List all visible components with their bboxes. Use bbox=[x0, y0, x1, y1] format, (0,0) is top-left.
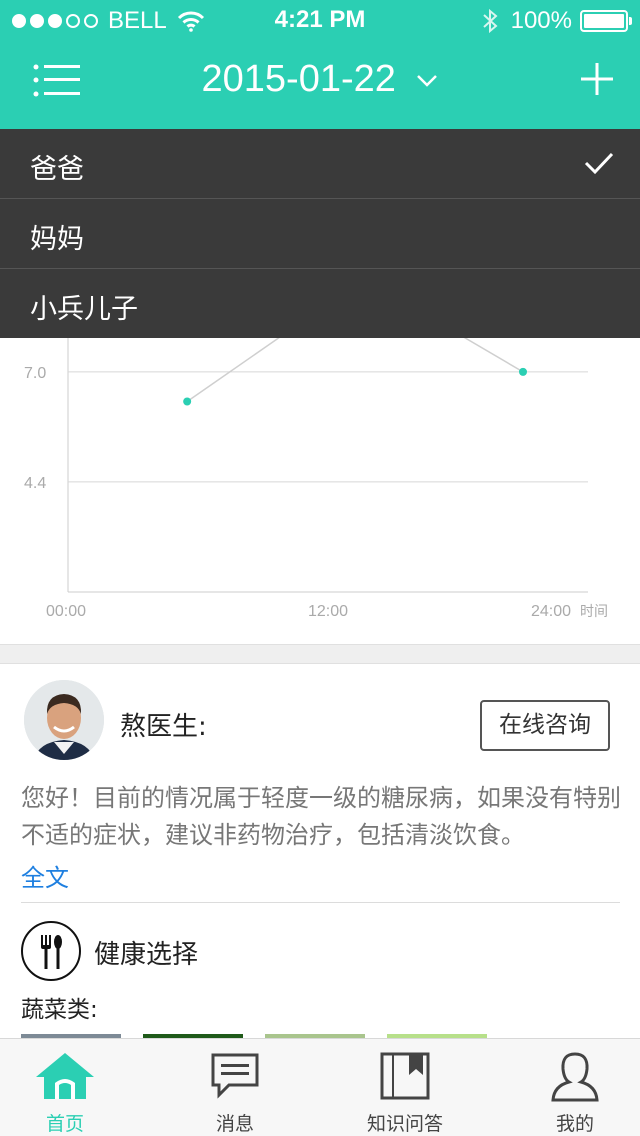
date-selector[interactable]: 2015-01-22 bbox=[0, 58, 640, 101]
x-tick-label: 24:00 bbox=[531, 603, 571, 620]
date-title: 2015-01-22 bbox=[201, 58, 396, 100]
dropdown-item-label: 爸爸 bbox=[30, 154, 84, 185]
doctor-name: 熬医生: bbox=[120, 712, 207, 742]
dropdown-item-father[interactable]: 爸爸 bbox=[0, 129, 640, 199]
tab-label: 消息 bbox=[215, 1113, 254, 1135]
blood-sugar-chart: 7.0 4.4 00:00 12:00 24:00 时间 bbox=[0, 338, 640, 638]
x-tick-label: 00:00 bbox=[46, 603, 86, 620]
tab-mine[interactable]: 我的 bbox=[510, 1039, 640, 1136]
tab-label: 首页 bbox=[45, 1113, 84, 1135]
divider bbox=[21, 902, 620, 903]
tab-label: 知识问答 bbox=[366, 1113, 443, 1135]
tab-label: 我的 bbox=[555, 1113, 594, 1135]
dropdown-item-mother[interactable]: 妈妈 bbox=[0, 199, 640, 269]
tab-bar: 首页 消息 知识问答 我的 bbox=[0, 1038, 640, 1136]
dropdown-item-label: 妈妈 bbox=[30, 224, 84, 255]
x-tick-label: 12:00 bbox=[308, 603, 348, 620]
doctor-advice-text: 您好！目前的情况属于轻度一级的糖尿病，如果没有特别不适的症状，建议非药物治疗，包… bbox=[21, 784, 621, 849]
checkmark-icon bbox=[584, 152, 614, 175]
y-tick-label: 7.0 bbox=[24, 365, 46, 382]
full-text-link[interactable]: 全文 bbox=[21, 858, 69, 893]
x-unit-label: 时间 bbox=[580, 604, 608, 620]
series-line bbox=[186, 338, 524, 403]
tab-home[interactable]: 首页 bbox=[0, 1039, 130, 1136]
data-point bbox=[519, 367, 527, 376]
status-right: 100% bbox=[481, 7, 632, 35]
top-bar: BELL 4:21 PM 100% 2015-01-22 bbox=[0, 0, 640, 129]
health-choice-title: 健康选择 bbox=[94, 940, 199, 970]
data-point bbox=[183, 397, 192, 406]
online-consult-button[interactable]: 在线咨询 bbox=[480, 700, 610, 751]
user-icon bbox=[551, 1052, 599, 1102]
battery-percent: 100% bbox=[510, 7, 572, 34]
book-icon bbox=[380, 1052, 430, 1100]
message-icon bbox=[211, 1053, 259, 1099]
doctor-avatar bbox=[24, 680, 104, 760]
dropdown-item-label: 小兵儿子 bbox=[30, 294, 138, 325]
fork-spoon-icon bbox=[21, 921, 81, 981]
y-tick-label: 4.4 bbox=[24, 475, 46, 492]
tab-knowledge-qa[interactable]: 知识问答 bbox=[340, 1039, 470, 1136]
vegetable-category-label: 蔬菜类: bbox=[21, 997, 98, 1023]
home-icon bbox=[36, 1053, 94, 1099]
chevron-down-icon bbox=[417, 75, 438, 87]
status-bar: BELL 4:21 PM 100% bbox=[0, 0, 640, 40]
bluetooth-icon bbox=[482, 8, 498, 34]
dropdown-item-son[interactable]: 小兵儿子 bbox=[0, 269, 640, 339]
family-member-dropdown: 爸爸 妈妈 小兵儿子 bbox=[0, 129, 640, 338]
section-separator bbox=[0, 644, 640, 664]
tab-messages[interactable]: 消息 bbox=[170, 1039, 300, 1136]
chart-svg: 7.0 4.4 00:00 12:00 24:00 时间 bbox=[24, 338, 608, 620]
plus-icon[interactable] bbox=[580, 62, 614, 96]
battery-icon bbox=[580, 10, 632, 32]
